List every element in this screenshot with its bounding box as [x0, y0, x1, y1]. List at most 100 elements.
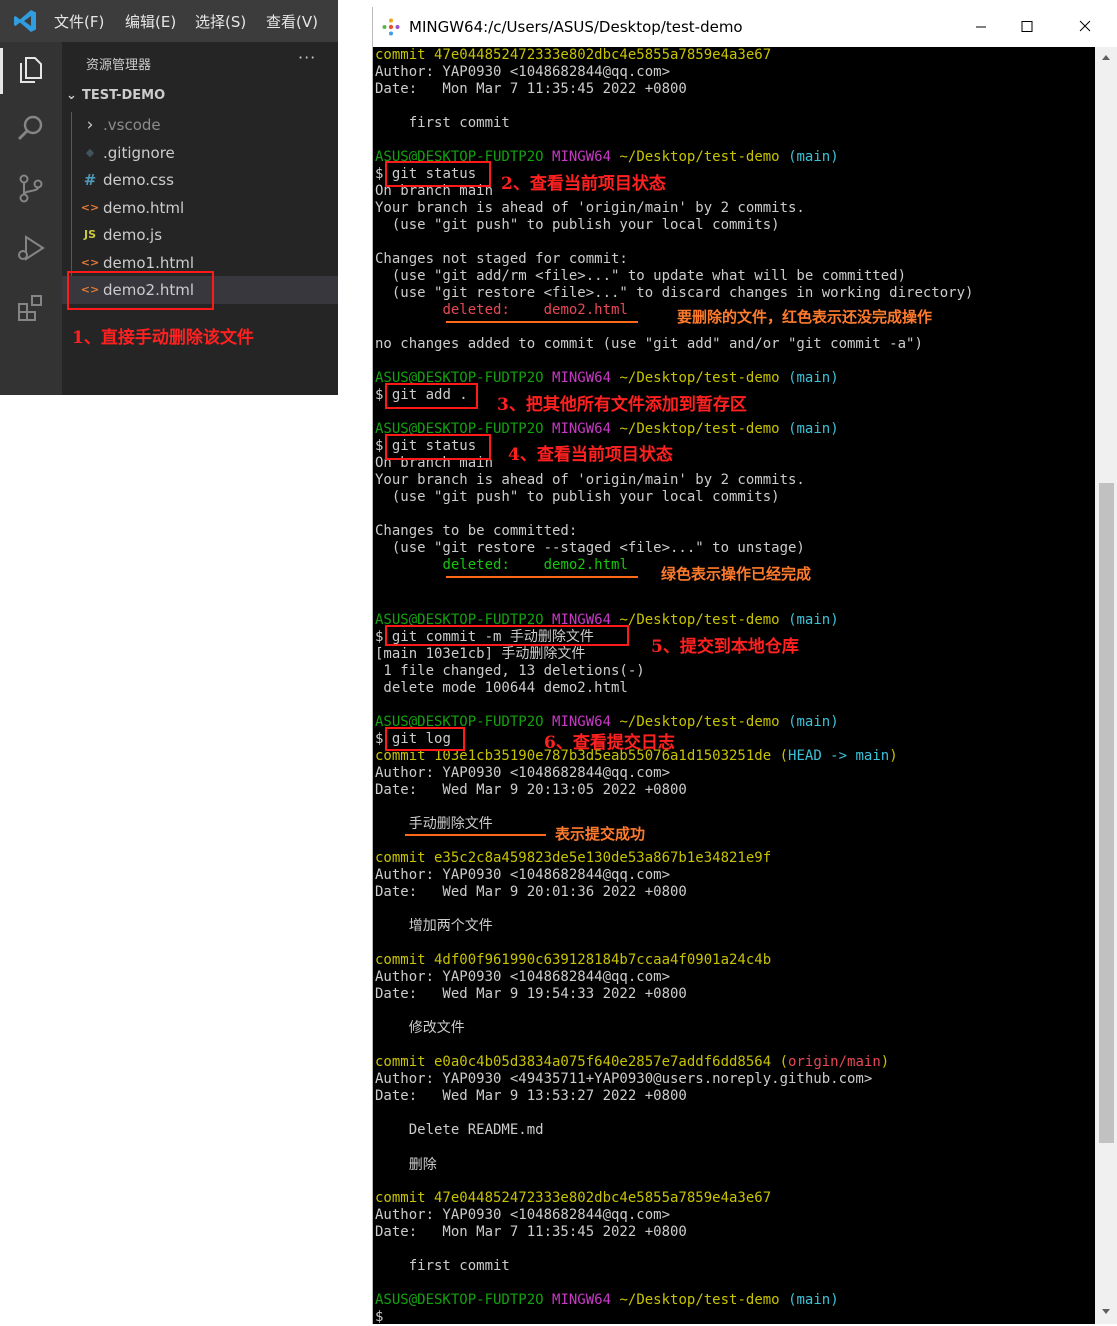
- terminal-commit-line: commit e0a0c4b05d3834a075f640e2857e7addf…: [375, 1054, 890, 1070]
- terminal-line: commit 47e044852472333e802dbc4e5855a7859…: [375, 1190, 772, 1206]
- terminal-line: (use "git restore --staged <file>..." to…: [375, 540, 805, 556]
- highlight-box-git-status-2: [385, 434, 491, 460]
- scroll-down-arrow-icon[interactable]: [1102, 1309, 1110, 1314]
- terminal-line: commit 4df00f961990c639128184b7ccaa4f090…: [375, 952, 772, 968]
- terminal-line: Author: YAP0930 <49435711+YAP0930@users.…: [375, 1071, 873, 1087]
- terminal-line: (use "git push" to publish your local co…: [375, 217, 780, 233]
- activity-bar: [0, 42, 62, 395]
- annotation-step-5: 5、提交到本地仓库: [651, 637, 799, 657]
- terminal-line: Author: YAP0930 <1048682844@qq.com>: [375, 765, 671, 781]
- terminal-deleted-line: deleted: demo2.html: [442, 302, 628, 318]
- annotation-step-6: 6、查看提交日志: [544, 733, 675, 753]
- chevron-right-icon: ›: [86, 115, 94, 135]
- activity-active-indicator: [0, 48, 3, 94]
- menu-view[interactable]: 查看(V): [266, 11, 318, 32]
- terminal-line: Author: YAP0930 <1048682844@qq.com>: [375, 1207, 671, 1223]
- file-item-demo-html[interactable]: <> demo.html: [62, 194, 338, 222]
- explorer-icon[interactable]: [15, 54, 47, 86]
- folder-test-demo[interactable]: ⌄ TEST-DEMO: [66, 88, 165, 103]
- terminal-line: (use "git add/rm <file>..." to update wh…: [375, 268, 907, 284]
- terminal-line: (use "git restore <file>..." to discard …: [375, 285, 974, 301]
- annotation-green-note: 绿色表示操作已经完成: [661, 565, 812, 583]
- run-debug-icon[interactable]: [15, 232, 47, 264]
- terminal-line: first commit: [375, 115, 510, 131]
- terminal-line: Your branch is ahead of 'origin/main' by…: [375, 200, 805, 216]
- highlight-box-git-log: [385, 727, 465, 751]
- file-name: demo.css: [103, 171, 174, 189]
- terminal-line: Date: Wed Mar 9 19:54:33 2022 +0800: [375, 986, 687, 1002]
- terminal-window: MINGW64:/c/Users/ASUS/Desktop/test-demo …: [372, 7, 1117, 1325]
- highlight-box-demo2: [67, 271, 214, 310]
- terminal-line: no changes added to commit (use "git add…: [375, 336, 923, 352]
- terminal-prompt: ASUS@DESKTOP-FUDTP2O MINGW64 ~/Desktop/t…: [375, 1292, 839, 1308]
- terminal-line: commit e35c2c8a459823de5e130de53a867b1e3…: [375, 850, 772, 866]
- terminal-line: delete mode 100644 demo2.html: [375, 680, 628, 696]
- terminal-line: [main 103e1cb] 手动删除文件: [375, 646, 586, 662]
- terminal-line: (use "git push" to publish your local co…: [375, 489, 780, 505]
- minimize-button[interactable]: [958, 11, 1004, 43]
- terminal-deleted-line: deleted: demo2.html: [442, 557, 628, 573]
- scroll-up-arrow-icon[interactable]: [1102, 55, 1110, 60]
- chevron-down-icon: ⌄: [66, 88, 77, 103]
- underline-commit-msg: [405, 834, 546, 836]
- annotation-step-2: 2、查看当前项目状态: [501, 174, 666, 194]
- folder-name: TEST-DEMO: [82, 88, 166, 103]
- highlight-box-git-status-1: [385, 161, 491, 187]
- terminal-line: 删除: [375, 1157, 437, 1173]
- vscode-logo-icon: [14, 10, 36, 32]
- terminal-line: Date: Wed Mar 9 20:13:05 2022 +0800: [375, 782, 687, 798]
- annotation-step-1: 1、直接手动删除该文件: [72, 328, 254, 348]
- terminal-line: Author: YAP0930 <1048682844@qq.com>: [375, 64, 671, 80]
- more-actions-button[interactable]: ···: [298, 48, 316, 67]
- source-control-icon[interactable]: [15, 172, 47, 204]
- terminal-line: Date: Wed Mar 9 20:01:36 2022 +0800: [375, 884, 687, 900]
- terminal-titlebar: MINGW64:/c/Users/ASUS/Desktop/test-demo: [373, 7, 1117, 47]
- terminal-command-line: $: [375, 1309, 384, 1325]
- html-file-icon: <>: [80, 201, 100, 214]
- scrollbar-thumb[interactable]: [1099, 483, 1114, 1143]
- html-file-icon: <>: [80, 256, 100, 269]
- git-bash-icon: [382, 18, 400, 36]
- file-item-demo-css[interactable]: # demo.css: [62, 166, 338, 194]
- extensions-icon[interactable]: [15, 292, 47, 324]
- annotation-step-4: 4、查看当前项目状态: [508, 445, 673, 465]
- file-name: demo.js: [103, 226, 163, 244]
- annotation-success: 表示提交成功: [555, 825, 646, 843]
- file-name: .gitignore: [103, 144, 175, 162]
- terminal-line: Author: YAP0930 <1048682844@qq.com>: [375, 969, 671, 985]
- terminal-line: 修改文件: [375, 1020, 465, 1036]
- terminal-line: Author: YAP0930 <1048682844@qq.com>: [375, 867, 671, 883]
- annotation-step-3: 3、把其他所有文件添加到暂存区: [497, 395, 747, 415]
- terminal-line: Your branch is ahead of 'origin/main' by…: [375, 472, 805, 488]
- search-icon[interactable]: [15, 112, 47, 144]
- terminal-line: Date: Mon Mar 7 11:35:45 2022 +0800: [375, 81, 687, 97]
- menu-edit[interactable]: 编辑(E): [125, 11, 176, 32]
- menu-selection[interactable]: 选择(S): [195, 11, 246, 32]
- terminal-output[interactable]: commit 47e044852472333e802dbc4e5855a7859…: [373, 47, 1095, 1325]
- terminal-line: Changes to be committed:: [375, 523, 578, 539]
- file-item-gitignore[interactable]: ◆ .gitignore: [62, 139, 338, 167]
- file-name: demo1.html: [103, 254, 195, 272]
- git-file-icon: ◆: [85, 146, 95, 159]
- menu-file[interactable]: 文件(F): [54, 11, 104, 32]
- terminal-line: first commit: [375, 1258, 510, 1274]
- close-button[interactable]: [1062, 11, 1108, 43]
- file-item-demo-js[interactable]: JS demo.js: [62, 221, 338, 249]
- js-file-icon: JS: [83, 228, 96, 241]
- terminal-line: 手动删除文件: [375, 816, 493, 832]
- css-file-icon: #: [83, 171, 97, 189]
- file-name: demo.html: [103, 199, 185, 217]
- terminal-line: 1 file changed, 13 deletions(-): [375, 663, 645, 679]
- annotation-red-note: 要删除的文件，红色表示还没完成操作: [677, 308, 933, 326]
- explorer-title: 资源管理器: [86, 58, 152, 73]
- terminal-scrollbar[interactable]: [1095, 47, 1117, 1324]
- terminal-title: MINGW64:/c/Users/ASUS/Desktop/test-demo: [409, 18, 743, 36]
- highlight-box-git-add: [385, 383, 478, 409]
- file-item-vscode[interactable]: › .vscode: [62, 111, 338, 139]
- file-name: .vscode: [103, 116, 161, 134]
- vscode-menubar: 文件(F) 编辑(E) 选择(S) 查看(V): [0, 0, 338, 42]
- maximize-button[interactable]: [1004, 11, 1050, 43]
- underline-deleted-green: [446, 576, 638, 578]
- terminal-line: Delete README.md: [375, 1122, 544, 1138]
- terminal-line: Date: Mon Mar 7 11:35:45 2022 +0800: [375, 1224, 687, 1240]
